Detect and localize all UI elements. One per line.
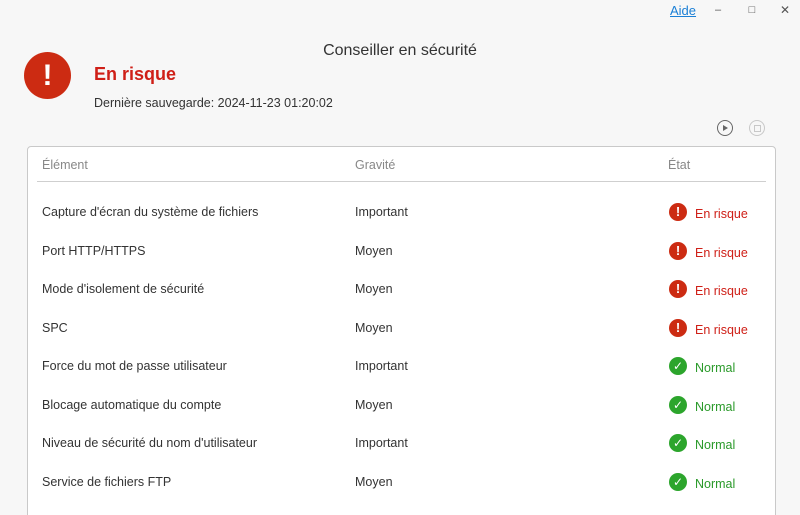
state-label: En risque — [695, 322, 748, 337]
state-label: En risque — [695, 245, 748, 260]
title-bar: Aide – □ ✕ — [0, 0, 800, 22]
element-cell: SPC — [42, 320, 68, 335]
alert-icon: ! — [669, 280, 687, 298]
close-button[interactable]: ✕ — [777, 2, 793, 18]
table-row[interactable]: SPC Moyen! En risque — [37, 310, 766, 348]
severity-cell: Moyen — [355, 282, 393, 296]
check-circle-icon: ✓ — [669, 434, 687, 452]
column-header-element[interactable]: Élément — [42, 158, 88, 172]
table-row[interactable]: Force du mot de passe utilisateur Importa… — [37, 348, 766, 386]
severity-cell: Important — [355, 359, 408, 373]
column-header-state[interactable]: État — [668, 158, 690, 172]
severity-cell: Important — [355, 436, 408, 450]
state-label: Normal — [695, 438, 736, 452]
last-backup-text: Dernière sauvegarde: 2024-11-23 01:20:02 — [94, 96, 333, 110]
help-link[interactable]: Aide — [670, 3, 696, 18]
table-row[interactable]: Service de fichiers FTP Moyen ✓ Normal — [37, 464, 766, 502]
severity-cell: Moyen — [355, 397, 393, 412]
minimize-button[interactable]: – — [710, 2, 726, 18]
table-row[interactable]: Capture d'écran du système de fichiers Im… — [37, 194, 766, 232]
alert-icon: ! — [669, 318, 687, 337]
state-label: En risque — [695, 284, 748, 298]
state-label: En risque — [695, 207, 748, 221]
column-header-severity[interactable]: Gravité — [355, 158, 395, 172]
element-cell: Mode d'isolement de sécurité — [42, 282, 205, 296]
maximize-button[interactable]: □ — [744, 2, 760, 18]
state-label: Normal — [695, 476, 736, 491]
element-cell: Blocage automatique du compte — [42, 397, 222, 412]
table-row[interactable]: Niveau de sécurité du nom d'utilisateur I… — [37, 425, 766, 463]
severity-cell: Moyen — [355, 474, 393, 489]
play-icon[interactable] — [717, 120, 733, 136]
status-title: En risque — [94, 64, 177, 84]
severity-cell: Moyen — [355, 320, 393, 335]
alert-icon: ! — [669, 241, 687, 260]
alert-icon: ! — [24, 52, 71, 99]
security-items-table: Élément Gravité État Capture d'écran du … — [27, 146, 776, 515]
severity-cell: Important — [355, 205, 408, 219]
element-cell: Capture d'écran du système de fichiers — [42, 205, 259, 219]
element-cell: Port HTTP/HTTPS — [42, 243, 146, 258]
element-cell: Force du mot de passe utilisateur — [42, 359, 227, 373]
check-circle-icon: ✓ — [669, 395, 687, 414]
check-circle-icon: ✓ — [669, 357, 687, 375]
window-title: Conseiller en sécurité — [323, 42, 477, 59]
element-cell: Niveau de sécurité du nom d'utilisateur — [42, 436, 258, 450]
table-row[interactable]: Mode d'isolement de sécurité Moyen! En ris… — [37, 271, 766, 309]
severity-cell: Moyen — [355, 243, 393, 258]
alert-icon: ! — [669, 203, 687, 221]
element-cell: Service de fichiers FTP — [42, 474, 172, 489]
state-label: Normal — [695, 361, 736, 375]
stop-icon[interactable] — [749, 120, 765, 136]
table-header: Élément Gravité État — [37, 147, 766, 182]
state-label: Normal — [695, 399, 736, 414]
table-row[interactable]: Port HTTP/HTTPS Moyen! En risque — [37, 233, 766, 271]
check-circle-icon: ✓ — [669, 472, 687, 491]
table-row[interactable]: Blocage automatique du compte Moyen ✓ Norma… — [37, 387, 766, 425]
